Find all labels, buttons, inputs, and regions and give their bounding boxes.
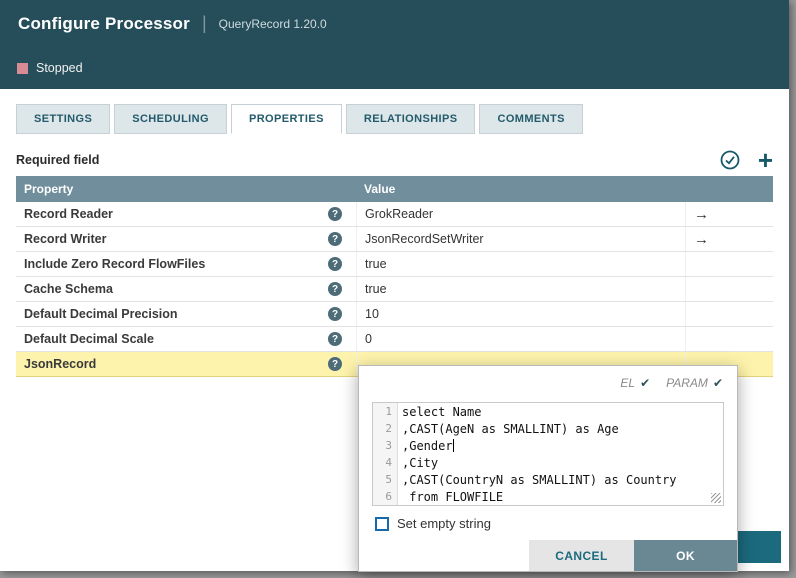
status-label: Stopped	[36, 61, 83, 75]
property-value-cell[interactable]: JsonRecordSetWriter	[356, 227, 685, 251]
line-number: 5	[373, 473, 397, 486]
property-value-cell[interactable]: GrokReader	[356, 202, 685, 226]
line-number: 6	[373, 490, 397, 503]
property-name: Cache Schema	[24, 282, 113, 296]
property-value-cell[interactable]: true	[356, 277, 685, 301]
line-number: 4	[373, 456, 397, 469]
line-number: 1	[373, 405, 397, 418]
go-to-service-arrow-icon[interactable]: →	[685, 227, 773, 251]
help-icon[interactable]: ?	[328, 207, 342, 221]
empty-string-label: Set empty string	[397, 516, 491, 531]
property-value-cell[interactable]: 0	[356, 327, 685, 351]
editor-capability-badges: EL✔ PARAM✔	[620, 376, 723, 390]
help-icon[interactable]: ?	[328, 232, 342, 246]
column-header-property: Property	[16, 182, 356, 196]
property-name-cell: Default Decimal Precision ?	[16, 307, 356, 321]
param-check-icon: ✔	[713, 376, 723, 390]
tab-comments[interactable]: COMMENTS	[479, 104, 582, 134]
verify-properties-icon[interactable]	[720, 150, 740, 170]
text-cursor	[453, 439, 454, 452]
property-name: Default Decimal Precision	[24, 307, 178, 321]
tab-properties[interactable]: PROPERTIES	[231, 104, 342, 134]
tab-relationships[interactable]: RELATIONSHIPS	[346, 104, 476, 134]
help-icon[interactable]: ?	[328, 307, 342, 321]
property-value-cell[interactable]: 10	[356, 302, 685, 326]
property-name-cell: Record Reader ?	[16, 207, 356, 221]
line-number: 2	[373, 422, 397, 435]
table-row[interactable]: Include Zero Record FlowFiles ? true	[16, 252, 773, 277]
table-row[interactable]: Cache Schema ? true	[16, 277, 773, 302]
stopped-indicator-icon	[17, 63, 28, 74]
cancel-button[interactable]: CANCEL	[529, 540, 634, 571]
ok-button[interactable]: OK	[634, 540, 737, 571]
go-to-service-arrow-icon[interactable]: →	[685, 202, 773, 226]
toolbar-icons: +	[720, 150, 773, 170]
table-row[interactable]: Record Reader ? GrokReader →	[16, 202, 773, 227]
line-number: 3	[373, 439, 397, 452]
tab-settings[interactable]: SETTINGS	[16, 104, 110, 134]
popup-buttons: CANCEL OK	[359, 540, 737, 571]
help-icon[interactable]: ?	[328, 357, 342, 371]
property-name: JsonRecord	[24, 357, 96, 371]
table-header-row: Property Value	[16, 176, 773, 202]
title-separator: |	[202, 13, 207, 34]
dialog-panel: Configure Processor | QueryRecord 1.20.0…	[0, 0, 789, 571]
el-check-icon: ✔	[640, 376, 650, 390]
property-name: Record Reader	[24, 207, 113, 221]
table-row[interactable]: Record Writer ? JsonRecordSetWriter →	[16, 227, 773, 252]
property-name: Default Decimal Scale	[24, 332, 154, 346]
property-value-cell[interactable]: true	[356, 252, 685, 276]
tab-bar: SETTINGS SCHEDULING PROPERTIES RELATIONS…	[16, 104, 583, 134]
help-icon[interactable]: ?	[328, 257, 342, 271]
tab-scheduling[interactable]: SCHEDULING	[114, 104, 227, 134]
property-name-cell: Cache Schema ?	[16, 282, 356, 296]
code-line: 4 ,City	[373, 454, 723, 471]
code-line: 6 from FLOWFILE	[373, 488, 723, 505]
row-actions-cell	[685, 327, 773, 351]
property-name-cell: JsonRecord ?	[16, 357, 356, 371]
param-supported-badge: PARAM✔	[666, 376, 723, 390]
property-name-cell: Default Decimal Scale ?	[16, 332, 356, 346]
empty-string-checkbox[interactable]	[375, 517, 389, 531]
resize-handle[interactable]	[711, 493, 721, 503]
property-name-cell: Record Writer ?	[16, 232, 356, 246]
row-actions-cell	[685, 302, 773, 326]
value-editor-popup: EL✔ PARAM✔ 1 select Name 2 ,CAST(AgeN as…	[358, 365, 738, 572]
set-empty-string-option[interactable]: Set empty string	[375, 516, 491, 531]
property-name: Include Zero Record FlowFiles	[24, 257, 205, 271]
code-line: 5 ,CAST(CountryN as SMALLINT) as Country	[373, 471, 723, 488]
property-name-cell: Include Zero Record FlowFiles ?	[16, 257, 356, 271]
help-icon[interactable]: ?	[328, 282, 342, 296]
dialog-header: Configure Processor | QueryRecord 1.20.0	[0, 0, 789, 47]
table-row[interactable]: Default Decimal Scale ? 0	[16, 327, 773, 352]
required-field-label: Required field	[16, 153, 99, 167]
code-line: 1 select Name	[373, 403, 723, 420]
configure-processor-dialog: Configure Processor | QueryRecord 1.20.0…	[0, 0, 796, 578]
property-name: Record Writer	[24, 232, 106, 246]
row-actions-cell	[685, 252, 773, 276]
status-bar: Stopped	[0, 47, 789, 89]
table-row[interactable]: Default Decimal Precision ? 10	[16, 302, 773, 327]
processor-name-version: QueryRecord 1.20.0	[219, 17, 327, 31]
help-icon[interactable]: ?	[328, 332, 342, 346]
el-supported-badge: EL✔	[620, 376, 650, 390]
column-header-value: Value	[356, 182, 685, 196]
properties-toolbar: Required field +	[16, 146, 773, 174]
dialog-title: Configure Processor	[18, 14, 190, 34]
code-line: 3 ,Gender	[373, 437, 723, 454]
properties-table: Property Value Record Reader ? GrokReade…	[16, 176, 773, 377]
value-code-editor[interactable]: 1 select Name 2 ,CAST(AgeN as SMALLINT) …	[372, 402, 724, 506]
row-actions-cell	[685, 277, 773, 301]
code-line: 2 ,CAST(AgeN as SMALLINT) as Age	[373, 420, 723, 437]
add-property-icon[interactable]: +	[758, 150, 773, 170]
